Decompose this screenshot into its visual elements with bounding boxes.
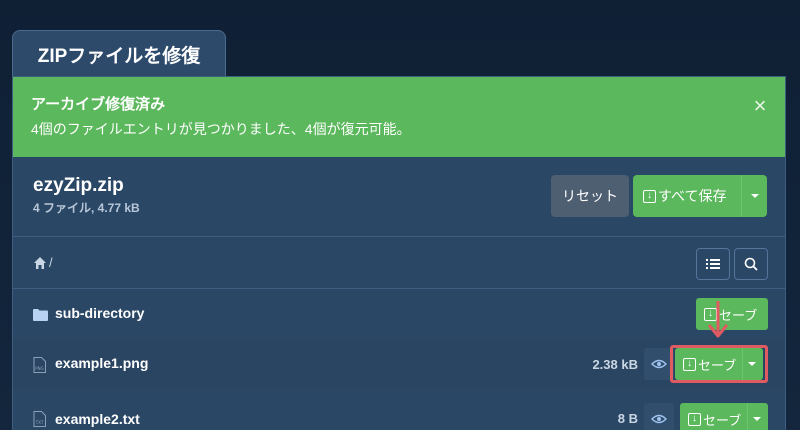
file-name[interactable]: example2.txt — [55, 411, 140, 427]
folder-icon — [33, 309, 48, 321]
download-icon: ↓ — [643, 189, 656, 203]
reset-button[interactable]: リセット — [551, 175, 629, 217]
preview-button[interactable] — [644, 403, 674, 430]
breadcrumb: / — [13, 238, 785, 289]
save-all-label: すべて保存 — [658, 188, 727, 204]
png-file-icon: PNG — [33, 357, 46, 373]
archive-header: ezyZip.zip 4 ファイル, 4.77 kB リセット ↓ すべて保存 — [13, 157, 785, 237]
list-view-button[interactable] — [696, 248, 730, 280]
save-dropdown[interactable] — [747, 403, 765, 430]
breadcrumb-path: / — [49, 255, 53, 270]
chevron-down-icon — [750, 194, 759, 198]
arrow-down-icon — [707, 301, 729, 338]
svg-text:PNG: PNG — [35, 366, 44, 371]
save-button[interactable]: ↓ セーブ — [680, 403, 768, 430]
file-size: 8 B — [617, 411, 638, 426]
list-item-folder[interactable]: sub-directory ↓ セーブ — [13, 289, 785, 339]
eye-icon — [651, 414, 667, 424]
archive-meta: 4 ファイル, 4.77 kB — [33, 201, 140, 215]
page-title-tab: ZIPファイルを修復 — [12, 30, 226, 77]
folder-name[interactable]: sub-directory — [55, 305, 144, 321]
file-name[interactable]: example1.png — [55, 355, 148, 371]
file-size: 2.38 kB — [592, 357, 638, 372]
archive-name: ezyZip.zip — [33, 175, 124, 196]
alert-title: アーカイブ修復済み — [31, 96, 166, 113]
save-label: セーブ — [703, 412, 742, 428]
success-alert: アーカイブ修復済み 4個のファイルエントリが見つかりました、4個が復元可能。 × — [13, 77, 785, 157]
alert-message: 4個のファイルエントリが見つかりました、4個が復元可能。 — [31, 121, 411, 137]
search-button[interactable] — [734, 248, 768, 280]
save-all-main[interactable]: ↓ すべて保存 — [633, 175, 741, 217]
chevron-down-icon — [752, 417, 761, 421]
download-icon: ↓ — [688, 412, 701, 426]
close-icon[interactable]: × — [749, 95, 771, 117]
home-icon[interactable] — [33, 256, 47, 270]
save-all-dropdown[interactable] — [741, 175, 767, 217]
search-icon — [744, 257, 758, 271]
save-button-main[interactable]: ↓ セーブ — [680, 403, 747, 430]
list-icon — [706, 259, 720, 269]
txt-file-icon: TXT — [33, 411, 46, 427]
list-item-file[interactable]: PNG example1.png 2.38 kB ↓ セーブ — [13, 339, 785, 389]
list-item-file[interactable]: TXT example2.txt 8 B ↓ セーブ — [13, 389, 785, 430]
svg-text:TXT: TXT — [35, 420, 44, 425]
main-panel: アーカイブ修復済み 4個のファイルエントリが見つかりました、4個が復元可能。 ×… — [12, 76, 786, 430]
save-all-button[interactable]: ↓ すべて保存 — [633, 175, 767, 217]
eye-icon — [651, 359, 667, 369]
highlight-box — [670, 345, 768, 383]
